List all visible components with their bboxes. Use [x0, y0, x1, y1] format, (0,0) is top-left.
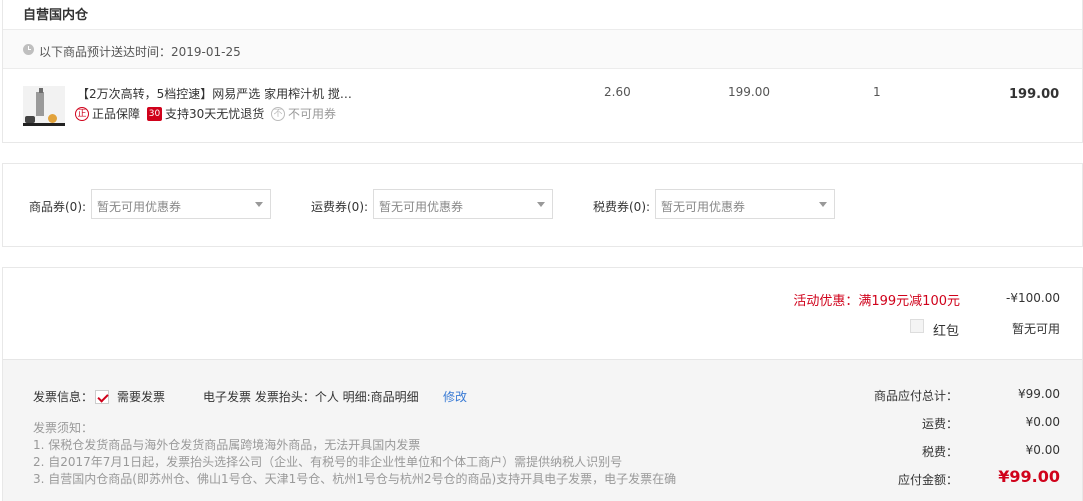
product-subtotal: 199.00 [1009, 87, 1060, 102]
redpacket-value: 暂无可用 [1011, 322, 1060, 336]
product-thumbnail[interactable] [23, 86, 65, 126]
chevron-down-icon [537, 202, 545, 207]
invoice-notes: 发票须知： 1. 保税仓发货商品与海外仓发货商品属跨境海外商品，无法开具国内发票… [33, 420, 676, 488]
delivery-estimate: 以下商品预计送达时间：2019-01-25 [39, 45, 241, 59]
tax-value: ¥0.00 [1025, 443, 1060, 457]
return-30-icon: 30 [147, 106, 162, 121]
redpacket-label: 红包 [933, 324, 960, 339]
checkout-summary-section: 活动优惠：满199元减100元 -¥100.00 红包 暂无可用 发票信息： 需… [2, 267, 1083, 501]
shipping-value: ¥0.00 [1025, 415, 1060, 429]
goods-total-label: 商品应付总计： [873, 389, 958, 403]
tax-coupon-select[interactable]: 暂无可用优惠券 [655, 189, 835, 219]
genuine-icon: 正 [75, 106, 89, 121]
invoice-note-item: 1. 保税仓发货商品与海外仓发货商品属跨境海外商品，无法开具国内发票 [33, 438, 421, 452]
product-quantity: 1 [873, 85, 881, 99]
invoice-detail: 电子发票 发票抬头：个人 明细:商品明细 [203, 390, 419, 404]
coupon-section: 商品券(0): 暂无可用优惠券 运费券(0): 暂无可用优惠券 税费券(0): … [2, 163, 1083, 247]
invoice-edit-link[interactable]: 修改 [443, 388, 467, 405]
goods-coupon-select[interactable]: 暂无可用优惠券 [91, 189, 271, 219]
tag-genuine: 正 正品保障 [75, 105, 140, 122]
chevron-down-icon [819, 202, 827, 207]
product-name-link[interactable]: 【2万次高转，5档控速】网易严选 家用榨汁机 搅… [77, 85, 352, 102]
delivery-bar: 以下商品预计送达时间：2019-01-25 [3, 29, 1082, 69]
warehouse-title: 自营国内仓 [23, 8, 89, 23]
payable-value: ¥99.00 [998, 467, 1060, 486]
invoice-info-label: 发票信息： [33, 390, 94, 404]
tax-coupon-label: 税费券(0): [593, 200, 651, 214]
tax-label: 税费： [921, 445, 958, 459]
no-coupon-icon: 不 [271, 106, 285, 121]
warehouse-section: 自营国内仓 以下商品预计送达时间：2019-01-25 【2万次高转，5档控速】… [2, 0, 1083, 143]
invoice-note-item: 3. 自营国内仓商品(即苏州仓、佛山1号仓、天津1号仓、杭州1号仓与杭州2号仓的… [33, 472, 677, 486]
invoice-area: 发票信息： 需要发票 电子发票 发票抬头：个人 明细:商品明细 修改 发票须知：… [3, 359, 1082, 501]
payable-label: 应付金额： [897, 473, 958, 487]
promotion-value: -¥100.00 [1006, 291, 1060, 305]
redpacket-checkbox[interactable] [910, 319, 924, 333]
need-invoice-label: 需要发票 [117, 390, 166, 404]
product-weight: 2.60 [604, 85, 631, 99]
tag-return: 30 支持30天无忧退货 [147, 106, 265, 121]
shipping-coupon-select[interactable]: 暂无可用优惠券 [373, 189, 553, 219]
shipping-label: 运费： [921, 417, 958, 431]
promotion-label: 活动优惠：满199元减100元 [793, 294, 960, 309]
goods-total-value: ¥99.00 [1018, 387, 1060, 401]
invoice-note-item: 2. 自2017年7月1日起，发票抬头选择公司（企业、有税号的非企业性单位和个体… [33, 455, 623, 469]
chevron-down-icon [255, 202, 263, 207]
clock-icon [23, 44, 34, 55]
shipping-coupon-label: 运费券(0): [311, 200, 369, 214]
need-invoice-checkbox[interactable] [95, 390, 109, 404]
tag-no-coupon: 不 不可用券 [271, 105, 336, 122]
goods-coupon-label: 商品券(0): [29, 200, 87, 214]
invoice-notes-title: 发票须知： [33, 421, 94, 435]
product-price: 199.00 [728, 85, 770, 99]
